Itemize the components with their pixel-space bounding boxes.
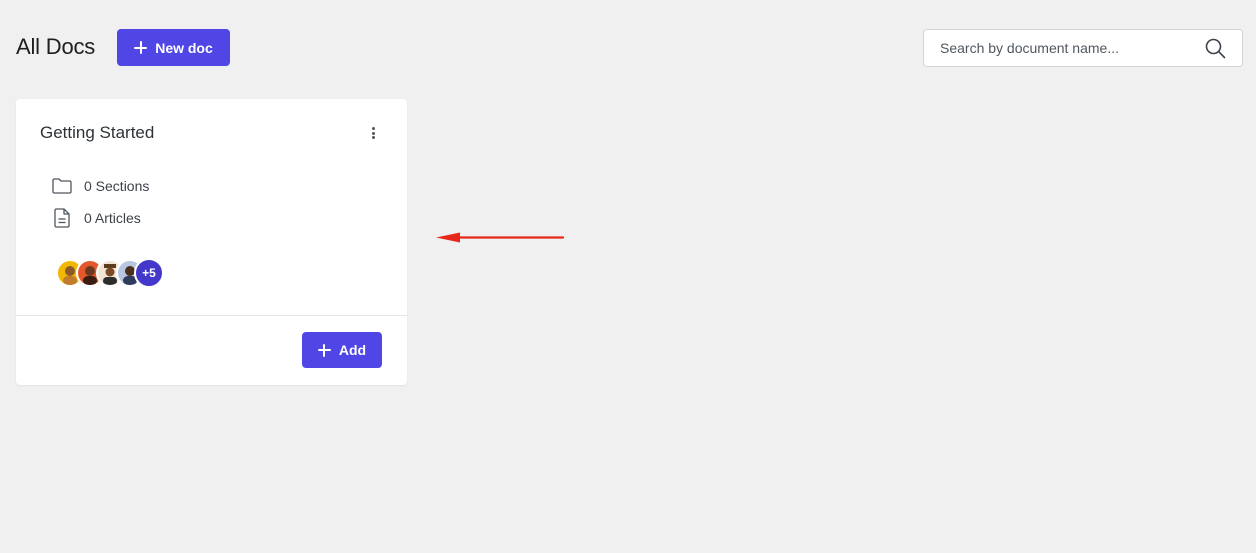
articles-count: 0 Articles — [52, 208, 141, 228]
sections-count: 0 Sections — [52, 176, 149, 196]
page-title: All Docs — [16, 34, 96, 59]
annotation-arrow-icon — [436, 232, 565, 243]
new-doc-button-label: New doc — [155, 39, 213, 56]
more-contributors-badge[interactable]: +5 — [134, 258, 164, 288]
search-input[interactable] — [924, 30, 1194, 66]
doc-card: Getting Started 0 Sections 0 Articles +5… — [16, 99, 407, 385]
more-options-icon[interactable] — [367, 125, 379, 141]
search-box — [923, 29, 1243, 67]
card-divider — [16, 315, 407, 316]
doc-card-title[interactable]: Getting Started — [40, 123, 154, 143]
folder-icon — [52, 176, 72, 196]
add-button[interactable]: Add — [302, 332, 382, 368]
add-button-label: Add — [338, 342, 367, 358]
plus-icon — [317, 343, 331, 357]
plus-icon — [134, 41, 148, 54]
new-doc-button[interactable]: New doc — [117, 29, 230, 66]
document-icon — [52, 208, 72, 228]
search-icon[interactable] — [1205, 38, 1226, 59]
articles-label: 0 Articles — [84, 210, 141, 226]
sections-label: 0 Sections — [84, 178, 150, 194]
